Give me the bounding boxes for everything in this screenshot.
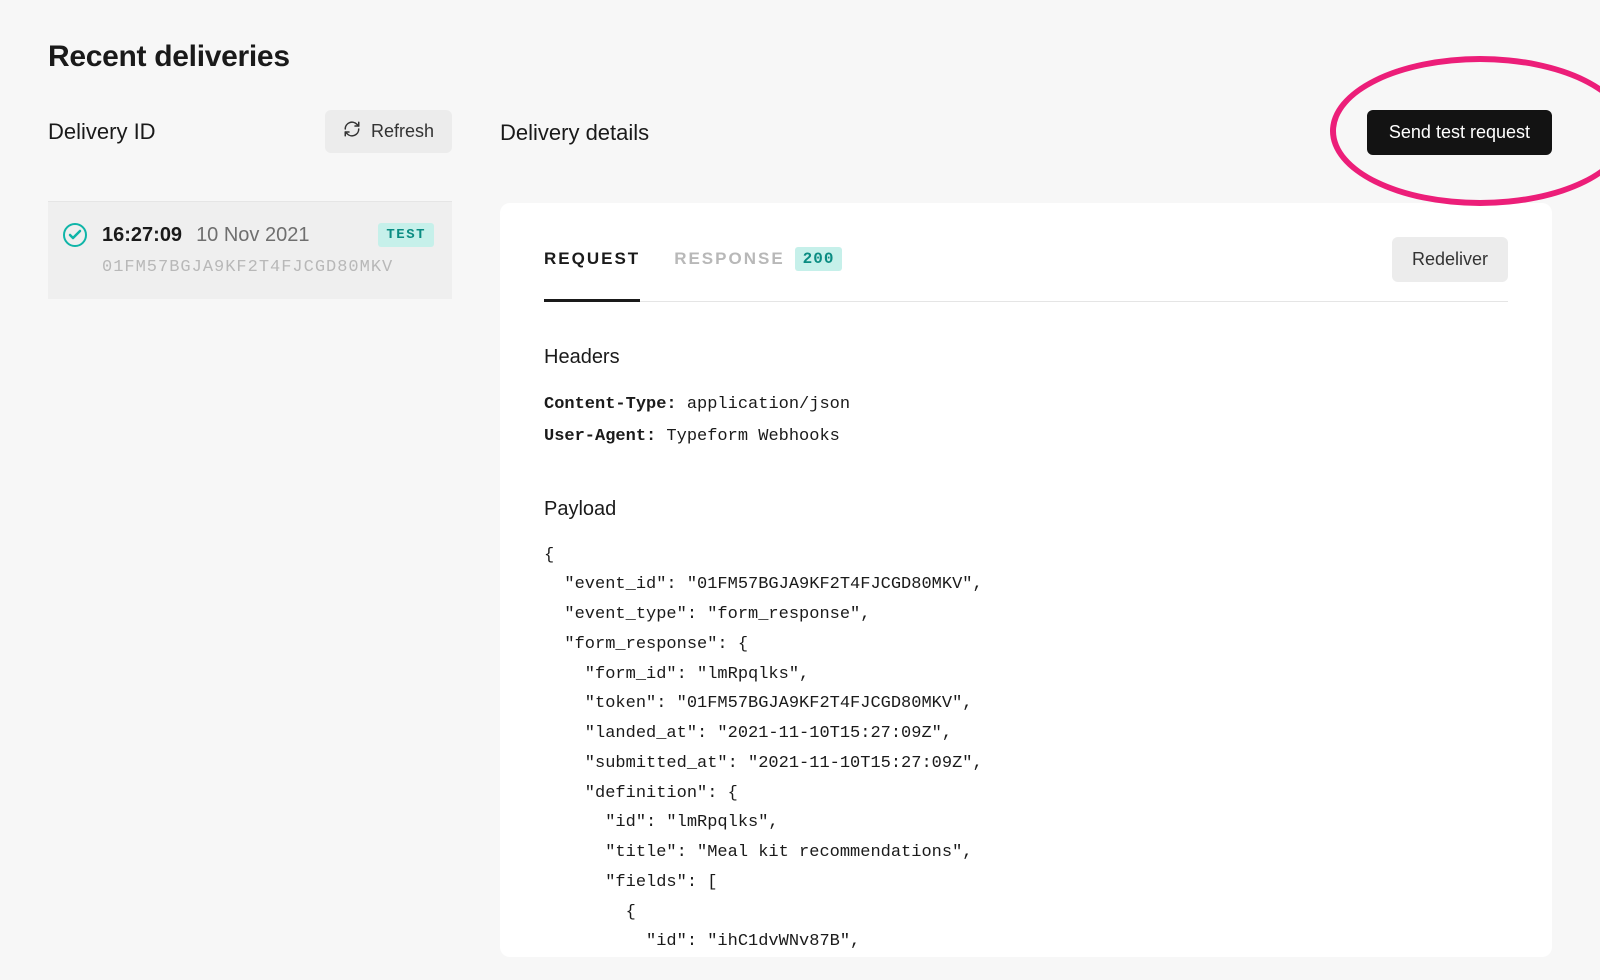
test-badge: TEST — [378, 223, 434, 247]
headers-block: Content-Type: application/json User-Agen… — [544, 389, 1508, 454]
tab-response[interactable]: RESPONSE 200 — [674, 247, 842, 302]
delivery-id-heading: Delivery ID — [48, 119, 156, 145]
refresh-label: Refresh — [371, 121, 434, 142]
header-value: Typeform Webhooks — [666, 427, 839, 446]
details-card: REQUEST RESPONSE 200 Redeliver Headers C… — [500, 203, 1552, 957]
delivery-item[interactable]: 16:27:09 10 Nov 2021 TEST 01FM57BGJA9KF2… — [48, 202, 452, 299]
tab-request[interactable]: REQUEST — [544, 247, 640, 302]
delivery-date: 10 Nov 2021 — [196, 224, 309, 247]
delivery-time: 16:27:09 — [102, 224, 182, 247]
refresh-icon — [343, 120, 361, 143]
tab-response-label: RESPONSE — [674, 249, 784, 269]
response-status-badge: 200 — [795, 247, 843, 271]
redeliver-button[interactable]: Redeliver — [1392, 237, 1508, 282]
headers-title: Headers — [544, 346, 1508, 369]
header-key: Content-Type: — [544, 395, 677, 414]
send-test-request-button[interactable]: Send test request — [1367, 110, 1552, 155]
delivery-details-heading: Delivery details — [500, 120, 649, 146]
delivery-details-panel: Delivery details Send test request REQUE… — [500, 110, 1552, 957]
check-circle-icon — [62, 222, 88, 248]
payload-body: { "event_id": "01FM57BGJA9KF2T4FJCGD80MK… — [544, 541, 1508, 958]
header-key: User-Agent: — [544, 427, 656, 446]
delivery-list-panel: Delivery ID Refresh — [48, 110, 452, 299]
refresh-button[interactable]: Refresh — [325, 110, 452, 153]
delivery-list: 16:27:09 10 Nov 2021 TEST 01FM57BGJA9KF2… — [48, 201, 452, 299]
delivery-id-value: 01FM57BGJA9KF2T4FJCGD80MKV — [102, 258, 434, 277]
header-value: application/json — [687, 395, 850, 414]
page-title: Recent deliveries — [48, 40, 1552, 74]
tab-request-label: REQUEST — [544, 249, 640, 269]
payload-title: Payload — [544, 498, 1508, 521]
